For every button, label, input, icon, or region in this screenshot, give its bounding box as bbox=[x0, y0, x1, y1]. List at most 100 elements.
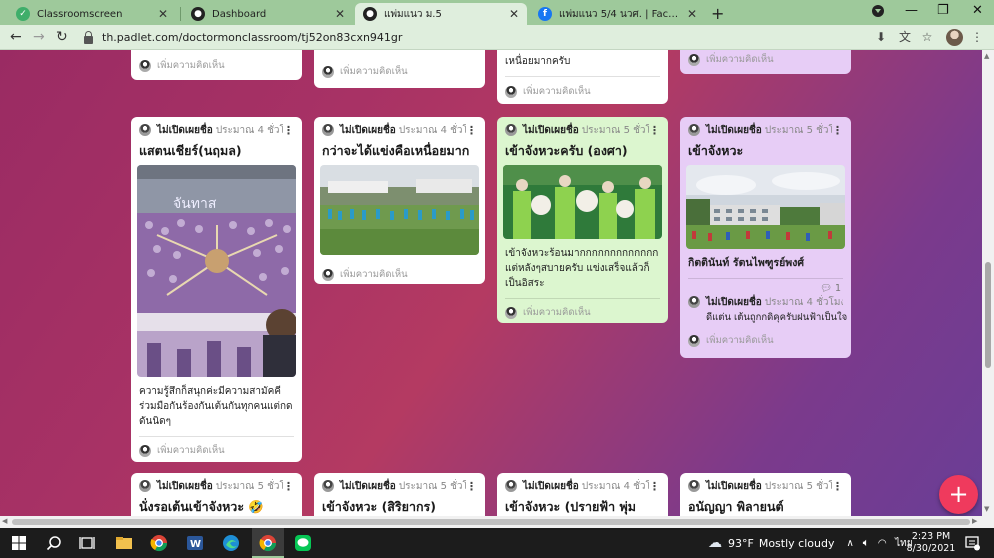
comment-row[interactable]: เพิ่มความคิดเห็น bbox=[131, 50, 302, 80]
tab-search-icon[interactable] bbox=[872, 5, 884, 17]
scroll-up-icon[interactable]: ▲ bbox=[984, 52, 989, 60]
weather-condition[interactable]: Mostly cloudy bbox=[759, 537, 835, 550]
more-options-icon[interactable]: ⋮ bbox=[649, 124, 660, 137]
post-image[interactable] bbox=[686, 165, 845, 249]
post-card[interactable]: ไม่เปิดเผยชื่อ ประมาณ 5 ชั่วโมง ⋮ เข้าจั… bbox=[314, 473, 485, 516]
post-card[interactable]: ไม่เปิดเผยชื่อ ประมาณ 5 ชั่วโมง ⋮ นั่งรอ… bbox=[131, 473, 302, 516]
profile-avatar[interactable] bbox=[946, 29, 963, 46]
forward-arrow-icon[interactable]: → bbox=[33, 29, 45, 45]
post-author: ไม่เปิดเผยชื่อ bbox=[706, 480, 762, 492]
comment-row[interactable]: เพิ่มความคิดเห็น bbox=[680, 325, 851, 355]
tab-facebook[interactable]: f แพ่มแนว 5/4 นวศ. | Facebook ✕ bbox=[530, 3, 705, 25]
add-comment-input[interactable]: เพิ่มความคิดเห็น bbox=[706, 52, 774, 67]
post-card[interactable]: เพิ่มความคิดเห็น bbox=[314, 50, 485, 88]
comment-row[interactable]: เพิ่มความคิดเห็น bbox=[497, 77, 668, 104]
minimize-icon[interactable]: — bbox=[905, 3, 918, 18]
scrollbar-thumb[interactable] bbox=[12, 519, 970, 525]
browser-toolbar: ← → ↻ th.padlet.com/doctormonclassroom/t… bbox=[0, 25, 994, 50]
post-card[interactable]: ไม่เปิดเผยชื่อ ประมาณ 5 ชั่วโมง ⋮ อนัญญา… bbox=[680, 473, 851, 516]
comment-row[interactable]: เพิ่มความคิดเห็น bbox=[497, 299, 668, 323]
tab-padlet-m5[interactable]: ● แพ่มแนว ม.5 ✕ bbox=[355, 3, 527, 25]
word-icon[interactable]: W bbox=[186, 534, 204, 552]
more-options-icon[interactable]: ⋮ bbox=[466, 480, 477, 493]
avatar bbox=[322, 124, 334, 136]
url-text[interactable]: th.padlet.com/doctormonclassroom/tj52on8… bbox=[102, 31, 402, 44]
address-bar[interactable]: th.padlet.com/doctormonclassroom/tj52on8… bbox=[78, 28, 868, 47]
reload-icon[interactable]: ↻ bbox=[56, 29, 68, 45]
close-icon[interactable]: ✕ bbox=[509, 7, 519, 21]
new-tab-plus-icon[interactable]: + bbox=[711, 4, 724, 23]
post-image[interactable] bbox=[503, 165, 662, 239]
scroll-down-icon[interactable]: ▼ bbox=[984, 505, 989, 513]
post-card[interactable]: เพิ่มความคิดเห็น bbox=[680, 50, 851, 74]
add-post-button[interactable]: + bbox=[939, 475, 978, 514]
close-icon[interactable]: ✕ bbox=[687, 7, 697, 21]
vertical-scrollbar[interactable]: ▲ ▼ bbox=[982, 50, 994, 516]
comment-row[interactable]: เพิ่มความคิดเห็น bbox=[680, 50, 851, 74]
post-image[interactable] bbox=[320, 165, 479, 255]
classroomscreen-icon: ✓ bbox=[16, 7, 30, 21]
post-card[interactable]: ไม่เปิดเผยชื่อ ประมาณ 5 ชั่วโมง ⋮ เข้าจั… bbox=[680, 117, 851, 358]
scrollbar-thumb[interactable] bbox=[985, 262, 991, 368]
active-chrome-taskbar-item[interactable] bbox=[252, 528, 284, 558]
comment-row[interactable]: เพิ่มความคิดเห็น bbox=[314, 255, 485, 284]
close-icon[interactable]: ✕ bbox=[335, 7, 345, 21]
back-arrow-icon[interactable]: ← bbox=[10, 29, 22, 45]
post-image[interactable]: จันทาส bbox=[137, 165, 296, 377]
tab-dashboard[interactable]: ● Dashboard ✕ bbox=[183, 3, 353, 25]
bookmark-star-icon[interactable]: ☆ bbox=[920, 30, 934, 44]
volume-icon[interactable]: 🔈︎ bbox=[863, 536, 870, 550]
chrome-icon[interactable] bbox=[150, 534, 168, 552]
add-comment-input[interactable]: เพิ่มความคิดเห็น bbox=[523, 84, 591, 99]
install-app-icon[interactable]: ⬇ bbox=[874, 30, 888, 44]
post-card[interactable]: ไม่เปิดเผยชื่อ ประมาณ 4 ชั่วโมง ⋮ กว่าจะ… bbox=[314, 117, 485, 284]
comment-row[interactable]: เพิ่มความคิดเห็น bbox=[314, 50, 485, 86]
search-icon[interactable] bbox=[45, 534, 63, 552]
add-comment-input[interactable]: เพิ่มความคิดเห็น bbox=[340, 64, 408, 79]
windows-start-icon[interactable] bbox=[10, 534, 28, 552]
comment-count[interactable]: 💬︎ 1 bbox=[680, 279, 851, 294]
show-hidden-icons-chevron-icon[interactable]: ∧ bbox=[846, 538, 853, 549]
horizontal-scrollbar[interactable]: ◀ ▶ bbox=[0, 516, 994, 528]
line-app-icon[interactable] bbox=[294, 534, 312, 552]
scroll-left-icon[interactable]: ◀ bbox=[2, 517, 7, 525]
post-card[interactable]: ไม่เปิดเผยชื่อ ประมาณ 5 ชั่วโมง ⋮ เข้าจั… bbox=[497, 117, 668, 323]
scroll-right-icon[interactable]: ▶ bbox=[972, 517, 977, 525]
post-card[interactable]: ไม่เปิดเผยชื่อ ประมาณ 4 ชั่วโมง ⋮ แสตนเช… bbox=[131, 117, 302, 462]
add-comment-input[interactable]: เพิ่มความคิดเห็น bbox=[157, 443, 225, 458]
add-comment-input[interactable]: เพิ่มความคิดเห็น bbox=[157, 58, 225, 73]
post-card[interactable]: เหนื่อยมากครับ เพิ่มความคิดเห็น bbox=[497, 50, 668, 104]
wifi-icon[interactable]: ◜◝ bbox=[878, 538, 886, 549]
window-close-icon[interactable]: ✕ bbox=[972, 3, 983, 18]
add-comment-input[interactable]: เพิ่มความคิดเห็น bbox=[523, 305, 591, 320]
more-options-icon[interactable]: ⋮ bbox=[466, 124, 477, 137]
more-options-icon[interactable]: ⋮ bbox=[832, 480, 843, 493]
file-explorer-icon[interactable] bbox=[115, 534, 133, 552]
close-icon[interactable]: ✕ bbox=[158, 7, 168, 21]
post-time: ประมาณ 5 ชั่วโมง bbox=[215, 480, 283, 492]
more-options-icon[interactable]: ⋮ bbox=[283, 124, 294, 137]
add-comment-input[interactable]: เพิ่มความคิดเห็น bbox=[706, 333, 774, 348]
post-author: ไม่เปิดเผยชื่อ bbox=[157, 480, 213, 492]
add-comment-input[interactable]: เพิ่มความคิดเห็น bbox=[340, 267, 408, 282]
translate-icon[interactable]: 文 bbox=[898, 30, 912, 44]
notifications-icon[interactable] bbox=[964, 535, 980, 551]
tab-classroomscreen[interactable]: ✓ Classroomscreen ✕ bbox=[8, 3, 176, 25]
task-view-icon[interactable] bbox=[78, 534, 96, 552]
menu-kebab-icon[interactable]: ⋮ bbox=[970, 30, 984, 44]
post-header: ไม่เปิดเผยชื่อ ประมาณ 4 ชั่วโมง ⋮ bbox=[497, 473, 668, 493]
weather-temperature[interactable]: 93°F bbox=[728, 537, 754, 550]
weather-cloud-icon[interactable]: ☁ bbox=[708, 535, 722, 551]
comment-row[interactable]: เพิ่มความคิดเห็น bbox=[131, 437, 302, 462]
more-options-icon[interactable]: ⋮ bbox=[649, 480, 660, 493]
restore-icon[interactable]: ❐ bbox=[937, 3, 949, 18]
post-card[interactable]: เพิ่มความคิดเห็น bbox=[131, 50, 302, 80]
lock-icon[interactable] bbox=[84, 30, 93, 44]
post-title: แสตนเชียร์(นฤมล) bbox=[139, 143, 242, 158]
edge-icon[interactable] bbox=[222, 534, 240, 552]
post-author: ไม่เปิดเผยชื่อ bbox=[523, 124, 579, 136]
more-options-icon[interactable]: ⋮ bbox=[283, 480, 294, 493]
system-clock[interactable]: 2:23 PM 8/30/2021 bbox=[906, 531, 956, 555]
more-options-icon[interactable]: ⋮ bbox=[832, 124, 843, 137]
post-card[interactable]: ไม่เปิดเผยชื่อ ประมาณ 4 ชั่วโมง ⋮ เข้าจั… bbox=[497, 473, 668, 516]
